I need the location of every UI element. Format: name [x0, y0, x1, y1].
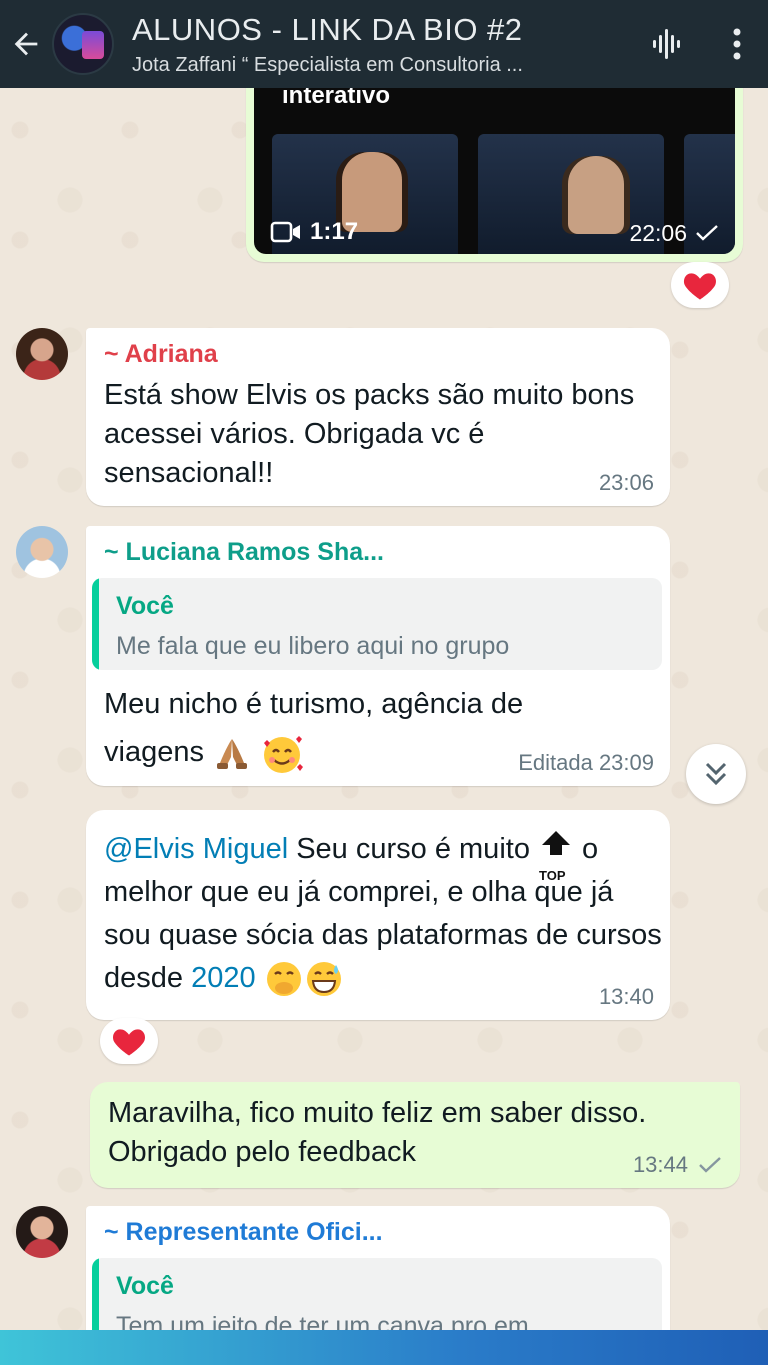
message-adriana[interactable]: ~ Adriana Está show Elvis os packs são m… — [86, 328, 670, 506]
voice-chat-button[interactable] — [630, 0, 706, 88]
smiling-hearts-emoji — [260, 733, 304, 774]
message-time: 23:06 — [598, 470, 654, 495]
video-camera-icon — [270, 221, 300, 243]
heart-icon — [113, 1029, 145, 1056]
message-text: @Elvis Miguel Seu curso é muito TOP o me… — [104, 828, 664, 1000]
sender-name[interactable]: ~ Representante Ofici... — [104, 1218, 383, 1247]
message-elvis-course[interactable]: @Elvis Miguel Seu curso é muito TOP o me… — [86, 810, 670, 1020]
sent-check-icon — [696, 225, 718, 241]
sender-name[interactable]: ~ Luciana Ramos Sha... — [104, 538, 384, 567]
message-text: Está show Elvis os packs são muito bons … — [104, 379, 635, 489]
avatar-luciana[interactable] — [16, 526, 68, 578]
group-subtitle: Jota Zaffani “ Especialista em Consultor… — [132, 53, 523, 76]
group-title: ALUNOS - LINK DA BIO #2 — [132, 11, 523, 47]
quoted-sender: Você — [116, 592, 174, 620]
mention-link[interactable]: @Elvis Miguel — [104, 833, 288, 865]
message-text-content: Meu nicho é turismo, agência de viagens — [104, 688, 524, 768]
back-button[interactable] — [0, 0, 52, 88]
more-vertical-icon — [733, 28, 741, 60]
reaction-heart[interactable] — [671, 262, 729, 308]
group-info[interactable]: ALUNOS - LINK DA BIO #2 Jota Zaffani “ E… — [132, 12, 630, 77]
year-link[interactable]: 2020 — [191, 962, 256, 994]
praying-hands-emoji — [212, 733, 252, 773]
chat-header: ALUNOS - LINK DA BIO #2 Jota Zaffani “ E… — [0, 0, 768, 88]
scroll-to-bottom-button[interactable] — [686, 744, 746, 804]
sent-check-icon — [699, 1157, 721, 1173]
chevron-double-down-icon — [705, 762, 727, 786]
top-emoji: TOP — [538, 830, 574, 883]
video-message[interactable]: interativo 1:17 22:06 — [246, 70, 743, 262]
bottom-banner — [0, 1330, 768, 1365]
quoted-message[interactable]: Você Me fala que eu libero aqui no grupo — [92, 578, 662, 670]
message-outgoing-thanks[interactable]: Maravilha, fico muito feliz em saber dis… — [90, 1082, 740, 1188]
message-time: 13:40 — [598, 984, 654, 1009]
grinning-sweat-emoji — [304, 959, 344, 999]
sender-name[interactable]: ~ Adriana — [104, 340, 218, 369]
message-luciana[interactable]: ~ Luciana Ramos Sha... Você Me fala que … — [86, 526, 670, 786]
video-overlay-text: interativo — [282, 88, 391, 109]
hand-over-mouth-emoji — [264, 959, 304, 999]
heart-icon — [684, 273, 716, 300]
avatar-adriana[interactable] — [16, 328, 68, 380]
quoted-text: Me fala que eu libero aqui no grupo — [116, 632, 510, 660]
quoted-sender: Você — [116, 1272, 174, 1300]
message-time: Editada 23:09 — [518, 750, 654, 775]
message-time: 13:44 — [632, 1152, 688, 1177]
audio-wave-icon — [653, 29, 680, 59]
menu-button[interactable] — [706, 0, 768, 88]
video-time: 22:06 — [629, 220, 687, 246]
avatar-representante[interactable] — [16, 1206, 68, 1258]
reaction-heart[interactable] — [100, 1018, 158, 1064]
arrow-left-icon — [14, 32, 38, 56]
video-duration: 1:17 — [310, 218, 359, 245]
top-label: TOP — [539, 868, 566, 884]
group-avatar[interactable] — [52, 13, 114, 75]
video-thumbnail[interactable]: interativo 1:17 22:06 — [254, 88, 735, 254]
message-text-part-1: Seu curso é muito — [288, 833, 538, 865]
